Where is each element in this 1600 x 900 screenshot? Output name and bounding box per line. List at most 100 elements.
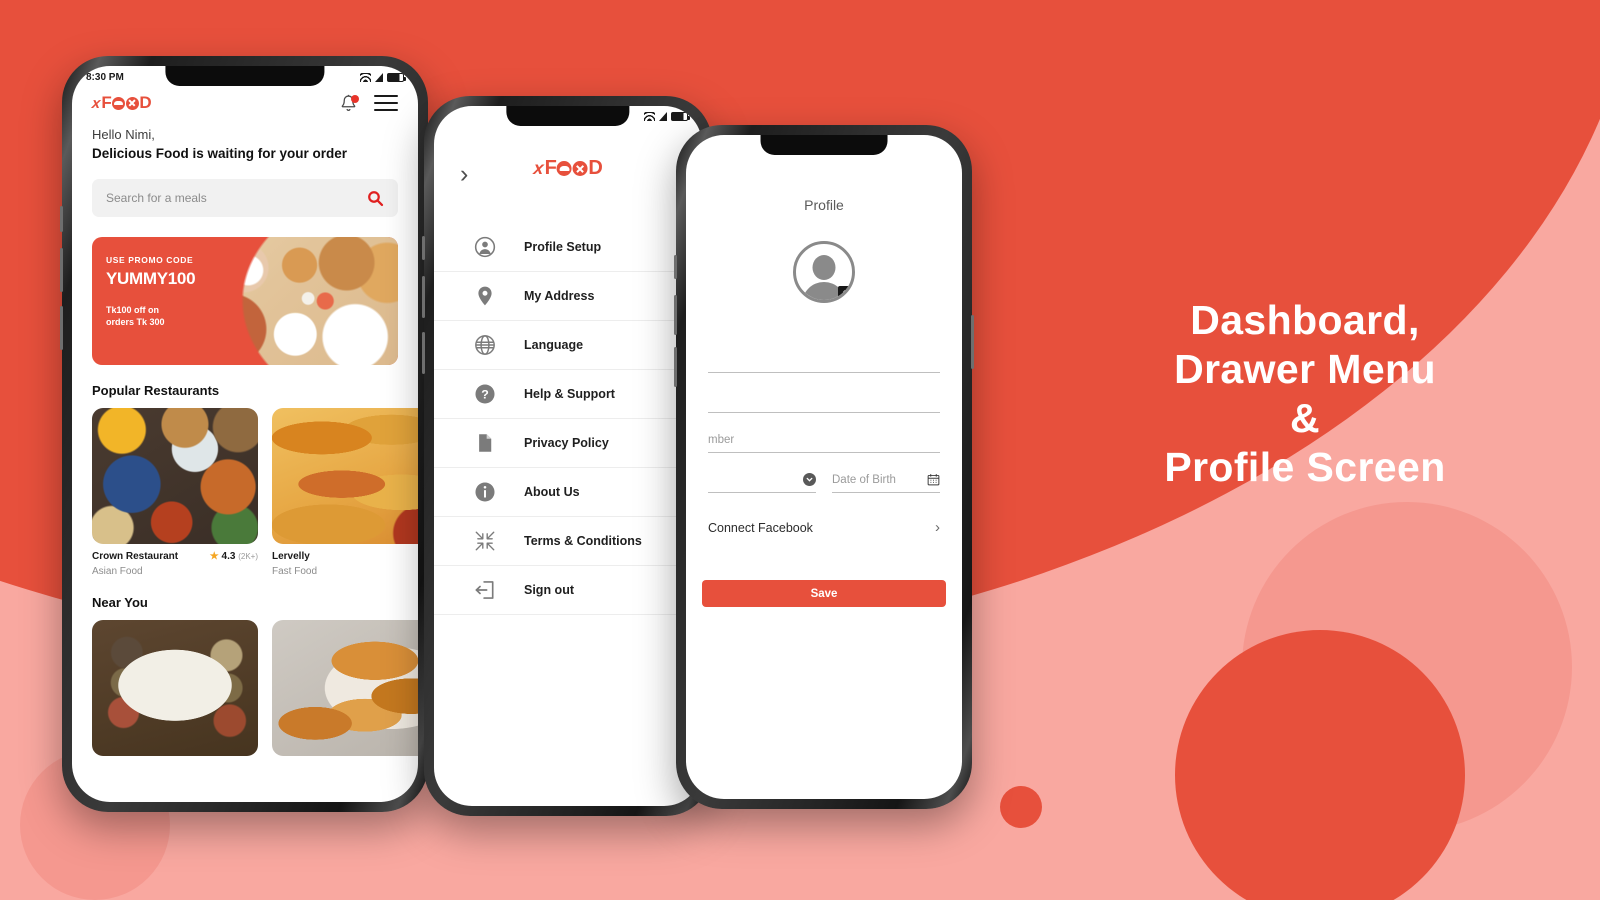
nearby-card[interactable]: [92, 620, 258, 756]
caption-line-4: Profile Screen: [1164, 444, 1446, 490]
user-circle-icon: [472, 234, 498, 260]
phone-notch: [506, 106, 630, 126]
sign-out-icon: [472, 577, 498, 603]
drawer-item-sign-out[interactable]: Sign out: [434, 566, 702, 615]
restaurant-thumbnail: [92, 408, 258, 544]
nearby-thumbnail: [92, 620, 258, 756]
star-icon: ★: [209, 551, 219, 562]
hamburger-icon[interactable]: [374, 94, 398, 112]
restaurant-thumbnail: [272, 408, 418, 544]
caption-line-1: Dashboard,: [1190, 297, 1420, 343]
name-field[interactable]: [708, 333, 940, 373]
nearby-card[interactable]: [272, 620, 418, 756]
drawer-item-about-us[interactable]: About Us: [434, 468, 702, 517]
search-icon[interactable]: [367, 190, 384, 207]
drawer-item-privacy-policy[interactable]: Privacy Policy: [434, 419, 702, 468]
phone-volume-up-button[interactable]: [60, 248, 63, 292]
background-decor-circle-small: [1000, 786, 1042, 828]
phone-volume-up-button[interactable]: [422, 276, 425, 318]
camera-lens: [843, 289, 849, 296]
drawer-item-language[interactable]: Language: [434, 321, 702, 370]
greeting-tagline: Delicious Food is waiting for your order: [92, 146, 348, 161]
drawer-item-terms-conditions[interactable]: Terms & Conditions: [434, 517, 702, 566]
rating-value: 4.3: [221, 551, 236, 562]
date-of-birth-field[interactable]: Date of Birth: [832, 453, 940, 493]
drawer-item-label: About Us: [524, 485, 580, 499]
logo-word: F D: [101, 93, 151, 113]
restaurant-card[interactable]: Lervelly ★ 4. Fast Food: [272, 408, 418, 577]
signal-icon: [659, 112, 667, 121]
profile-screen: Profile mber Date of Birth Connect Faceb…: [686, 135, 962, 799]
drawer-item-label: Language: [524, 338, 584, 352]
logo-cross-icon: [572, 161, 588, 176]
collapse-arrows-icon: [472, 528, 498, 554]
phone-volume-up-button[interactable]: [674, 295, 677, 335]
svg-text:?: ?: [481, 388, 489, 402]
status-bar-time: 8:30 PM: [86, 72, 124, 83]
page-title: Profile: [804, 197, 844, 213]
greeting-hello: Hello Nimi,: [92, 127, 155, 142]
section-title-near-you: Near You: [92, 595, 148, 610]
drawer-item-label: Help & Support: [524, 387, 615, 401]
restaurant-name: Lervelly: [272, 551, 310, 562]
wifi-icon: [644, 112, 655, 121]
drawer-item-profile-setup[interactable]: Profile Setup: [434, 223, 702, 272]
save-button[interactable]: Save: [702, 580, 946, 607]
logo-letter-d: D: [588, 157, 603, 179]
phone-power-button[interactable]: [971, 315, 974, 369]
app-logo: x F D: [532, 157, 603, 180]
notification-badge: [351, 94, 359, 103]
globe-icon: [472, 332, 498, 358]
connect-facebook-row[interactable]: Connect Facebook ›: [708, 519, 940, 536]
phone-side-button[interactable]: [60, 206, 63, 232]
camera-icon[interactable]: [838, 286, 852, 299]
promo-eyebrow: USE PROMO CODE: [106, 255, 194, 265]
email-field[interactable]: [708, 373, 940, 413]
battery-icon: [387, 73, 406, 82]
phone-drawer-menu: › x F D Profile Setup My Address Languag…: [422, 96, 714, 816]
phone-side-button[interactable]: [674, 255, 677, 279]
drawer-item-label: Profile Setup: [524, 240, 602, 254]
app-logo: x F D: [91, 93, 152, 113]
dashboard-screen: 8:30 PM x F D Hello Nimi, Delicious Food…: [72, 66, 418, 802]
drawer-item-my-address[interactable]: My Address: [434, 272, 702, 321]
phone-number-field[interactable]: mber: [708, 413, 940, 453]
avatar[interactable]: [793, 241, 855, 303]
drawer-menu-list: Profile Setup My Address Language ? Help…: [434, 223, 702, 615]
drawer-item-label: Sign out: [524, 583, 574, 597]
phone-volume-down-button[interactable]: [60, 306, 63, 350]
connect-facebook-label: Connect Facebook: [708, 520, 813, 535]
logo-word: F D: [545, 157, 603, 180]
question-circle-icon: ?: [472, 381, 498, 407]
drawer-item-label: Privacy Policy: [524, 436, 609, 450]
dob-placeholder: Date of Birth: [832, 474, 896, 486]
promo-banner[interactable]: USE PROMO CODE YUMMY100 Tk100 off on orde…: [92, 237, 398, 365]
calendar-icon[interactable]: [927, 473, 940, 486]
drawer-item-label: Terms & Conditions: [524, 534, 642, 548]
phone-side-button[interactable]: [422, 236, 425, 260]
logo-letter-f: F: [544, 157, 557, 179]
logo-cross-icon: [125, 96, 139, 110]
logo-x: x: [532, 158, 545, 178]
drawer-item-help-support[interactable]: ? Help & Support: [434, 370, 702, 419]
section-title-popular: Popular Restaurants: [92, 383, 220, 398]
search-placeholder: Search for a meals: [106, 191, 207, 205]
phone-number-placeholder: mber: [708, 434, 735, 446]
avatar-head: [812, 255, 836, 280]
restaurant-category: Asian Food: [92, 566, 143, 577]
restaurant-card[interactable]: Crown Restaurant ★ 4.3 (2K+) Asian Food: [92, 408, 258, 577]
dashboard-header: x F D: [72, 85, 418, 117]
greeting-block: Hello Nimi, Delicious Food is waiting fo…: [72, 117, 418, 161]
logo-burger-icon: [556, 161, 572, 176]
chevron-down-circle-icon[interactable]: [803, 473, 816, 486]
wifi-icon: [360, 73, 371, 82]
phone-volume-down-button[interactable]: [422, 332, 425, 374]
chevron-right-icon[interactable]: ›: [460, 161, 494, 187]
bell-icon[interactable]: [340, 94, 359, 113]
chevron-right-icon[interactable]: ›: [935, 519, 940, 536]
search-input[interactable]: Search for a meals: [92, 179, 398, 217]
gender-select[interactable]: [708, 453, 816, 493]
logo-letter-d: D: [139, 93, 152, 112]
map-pin-icon: [472, 283, 498, 309]
phone-volume-down-button[interactable]: [674, 347, 677, 387]
